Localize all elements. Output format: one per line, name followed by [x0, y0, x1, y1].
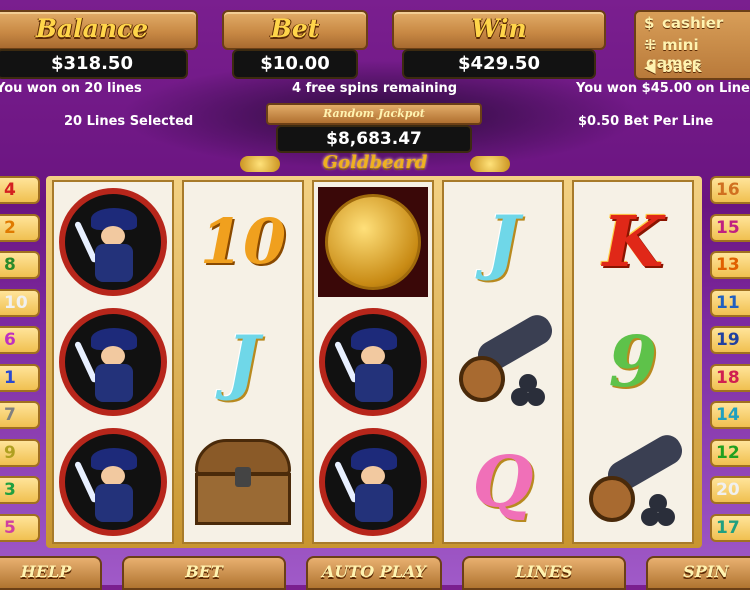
coins-icon — [240, 156, 280, 172]
line-indicator[interactable]: 4 — [0, 176, 40, 204]
dollar-icon: $ — [644, 14, 655, 32]
jackpot-value: $8,683.47 — [276, 125, 472, 153]
logo-text: Goldbeard — [322, 152, 428, 173]
line-indicator[interactable]: 14 — [710, 401, 750, 429]
coins-icon — [470, 156, 510, 172]
reel-1 — [52, 180, 174, 544]
pirate-icon — [59, 428, 167, 536]
pirate-icon — [59, 188, 167, 296]
reel-4: J Q — [442, 180, 564, 544]
reel-symbol: J — [226, 320, 260, 403]
line-indicator[interactable]: 3 — [0, 476, 40, 504]
line-indicator[interactable]: 11 — [710, 288, 750, 317]
line-indicator[interactable]: 5 — [0, 513, 40, 542]
line-indicator[interactable]: 12 — [710, 438, 750, 467]
line-indicator[interactable]: 1 — [0, 363, 40, 392]
reel-symbol — [444, 302, 562, 422]
cannon-icon — [581, 430, 688, 530]
gold-coin-icon — [318, 187, 428, 297]
bet-panel: Bet $10.00 — [222, 10, 368, 79]
line-indicator[interactable]: 19 — [710, 326, 750, 354]
line-indicator[interactable]: 10 — [0, 288, 40, 317]
line-indicator[interactable]: 2 — [0, 213, 40, 242]
reel-2: 10 J — [182, 180, 304, 544]
reel-symbol — [54, 302, 172, 422]
arrow-left-icon: ◀ — [644, 58, 656, 76]
left-win-message: You won on 20 lines — [0, 81, 142, 96]
reel-symbol — [314, 182, 432, 302]
cashier-link[interactable]: $ cashier — [644, 14, 723, 32]
reel-symbol: Q — [472, 440, 534, 523]
lines-selected: 20 Lines Selected — [64, 114, 194, 129]
game-logo: Goldbeard — [240, 152, 510, 178]
pirate-icon — [319, 308, 427, 416]
cannon-icon — [451, 310, 558, 410]
balance-panel: Balance $318.50 — [0, 10, 198, 79]
balance-label: Balance — [35, 14, 149, 43]
right-win-message: You won $45.00 on Lines — [576, 81, 750, 96]
win-panel: Win $429.50 — [392, 10, 606, 79]
bet-per-line: $0.50 Bet Per Line — [578, 114, 714, 129]
pirate-icon — [319, 428, 427, 536]
grid-icon: ⁜ — [644, 36, 657, 54]
line-indicator[interactable]: 18 — [710, 363, 750, 392]
game-menu: $ cashier ⁜ mini games ◀ back — [634, 10, 750, 80]
bet-label: Bet — [270, 14, 320, 43]
line-indicator[interactable]: 13 — [710, 251, 750, 279]
reel-symbol — [314, 302, 432, 422]
pirate-icon — [59, 308, 167, 416]
reel-symbol — [574, 422, 692, 542]
reel-symbol — [54, 182, 172, 302]
treasure-chest-icon — [195, 439, 291, 525]
reel-symbol: K — [602, 200, 664, 283]
reel-symbol: 9 — [608, 320, 658, 403]
line-indicator[interactable]: 17 — [710, 513, 750, 542]
win-label: Win — [471, 14, 527, 43]
reel-symbol: 10 — [199, 205, 287, 278]
line-indicator[interactable]: 7 — [0, 401, 40, 429]
back-link[interactable]: ◀ back — [644, 58, 702, 76]
line-indicator[interactable]: 6 — [0, 326, 40, 354]
jackpot-panel: Random Jackpot $8,683.47 — [266, 103, 482, 153]
reel-5: K 9 — [572, 180, 694, 544]
reel-3 — [312, 180, 434, 544]
win-value: $429.50 — [402, 49, 596, 79]
balance-value: $318.50 — [0, 49, 188, 79]
line-indicator[interactable]: 9 — [0, 438, 40, 467]
line-indicator[interactable]: 15 — [710, 213, 750, 242]
free-spins-message: 4 free spins remaining — [292, 81, 458, 96]
reel-symbol — [314, 422, 432, 542]
bet-value: $10.00 — [232, 49, 358, 79]
line-indicator[interactable]: 8 — [0, 251, 40, 279]
line-indicator[interactable]: 16 — [710, 176, 750, 204]
reel-area: 10 J J Q K 9 — [46, 176, 702, 548]
jackpot-label: Random Jackpot — [266, 103, 482, 125]
reel-symbol — [54, 422, 172, 542]
reel-symbol — [184, 422, 302, 542]
line-indicator[interactable]: 20 — [710, 476, 750, 504]
reel-symbol: J — [486, 200, 520, 283]
